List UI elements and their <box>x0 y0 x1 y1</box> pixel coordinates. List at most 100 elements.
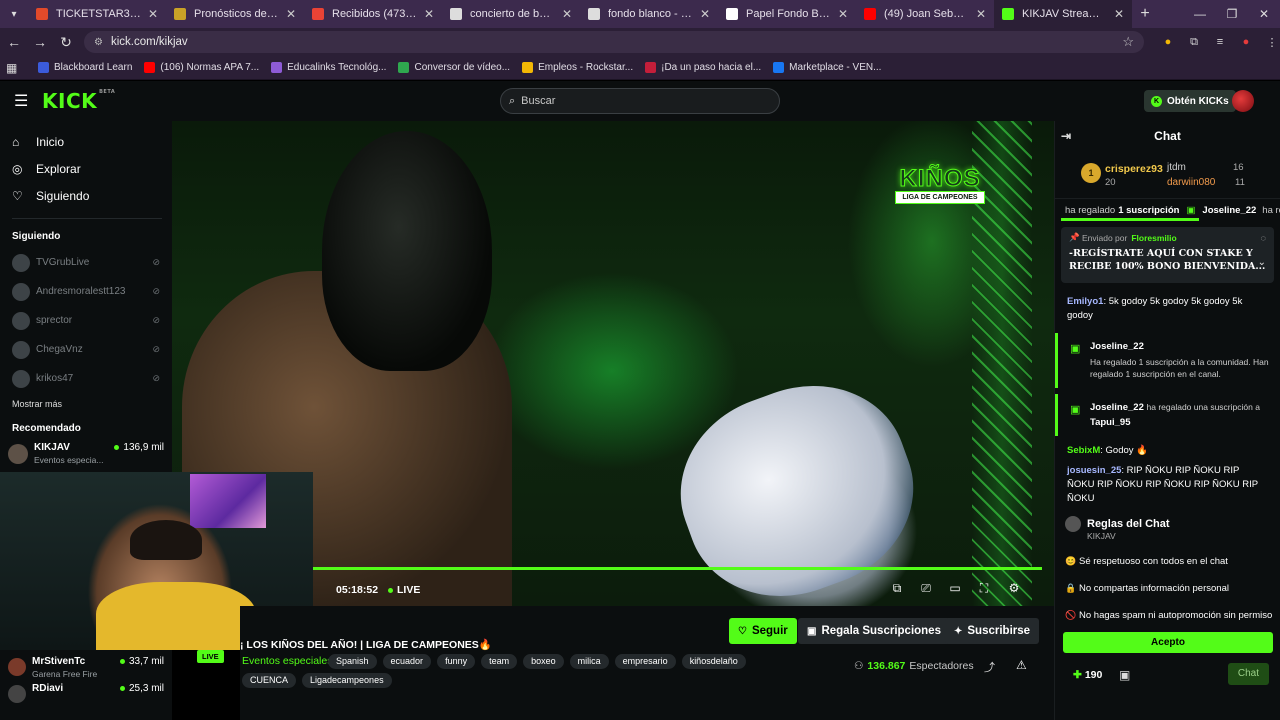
close-tab-icon[interactable]: ✕ <box>976 7 986 21</box>
collapse-chat-icon[interactable]: ⇥ <box>1061 129 1071 143</box>
nav-following[interactable]: ♡ Siguiendo <box>0 182 172 209</box>
close-tab-icon[interactable]: ✕ <box>700 7 710 21</box>
close-tab-icon[interactable]: ✕ <box>286 7 296 21</box>
media-icon[interactable]: ≡ <box>1212 34 1228 50</box>
browser-tab[interactable]: Papel Fondo Blanco - Barr ✕ <box>718 0 856 28</box>
stream-tag[interactable]: empresario <box>614 654 676 669</box>
bookmark-item[interactable]: Empleos - Rockstar... <box>522 62 633 73</box>
search-input[interactable]: ⌕ Buscar <box>500 88 780 114</box>
following-channel[interactable]: krikos47 ⊘ <box>0 364 172 393</box>
nav-explore[interactable]: ◎ Explorar <box>0 155 172 182</box>
stream-tag[interactable]: team <box>481 654 518 669</box>
leader-3-name[interactable]: darwiin080 <box>1167 177 1215 188</box>
site-header: ☰ KICK BETA ⌕ Buscar K Obtén KICKs <box>0 81 1280 121</box>
browser-tab[interactable]: Pronósticos deportivos y ✕ <box>166 0 304 28</box>
category-link[interactable]: Eventos especiales <box>242 655 332 667</box>
nav-explore-label: Explorar <box>36 161 81 176</box>
stream-tag[interactable]: Spanish <box>328 654 377 669</box>
close-tab-icon[interactable]: ✕ <box>838 7 848 21</box>
recommended-channel[interactable]: KIKJAV Eventos especia... 136,9 mil <box>0 442 172 465</box>
close-tab-icon[interactable]: ✕ <box>1114 7 1124 21</box>
bookmark-star-icon[interactable]: ☆ <box>1122 34 1134 50</box>
chevron-down-icon[interactable]: ⌄ <box>1258 257 1266 268</box>
site-info-icon[interactable]: ⚙ <box>94 37 103 48</box>
settings-gear-icon[interactable]: ⚙ <box>1006 581 1022 597</box>
gift-target[interactable]: Tapui_95 <box>1068 417 1270 428</box>
gift-icon[interactable]: ▣ <box>1119 668 1130 682</box>
show-more-link[interactable]: Mostrar más <box>0 399 172 409</box>
stream-tag[interactable]: funny <box>437 654 476 669</box>
minimize-icon[interactable]: — <box>1184 7 1216 21</box>
browser-tab[interactable]: (49) Joan Sebastian - Seca ✕ <box>856 0 994 28</box>
apps-grid-icon[interactable]: ▦ <box>6 61 26 75</box>
tab-search-icon[interactable]: ▾ <box>0 0 28 28</box>
fullscreen-icon[interactable]: ⛶ <box>976 581 992 597</box>
forward-icon[interactable]: → <box>28 34 52 50</box>
gift-subs-button[interactable]: ▣ Regala Suscripciones <box>798 618 950 644</box>
user-avatar[interactable] <box>1232 90 1254 112</box>
bookmark-item[interactable]: Marketplace - VEN... <box>773 62 881 73</box>
url-input[interactable]: ⚙ kick.com/kikjav ☆ <box>84 31 1144 53</box>
stream-tag[interactable]: milica <box>569 654 609 669</box>
bookmark-item[interactable]: Blackboard Learn <box>38 62 132 73</box>
menu-icon[interactable]: ☰ <box>14 91 30 111</box>
stream-tag[interactable]: CUENCA <box>242 673 297 688</box>
theater-mode-icon[interactable]: ▭ <box>947 581 963 597</box>
progress-bar[interactable] <box>312 567 1042 570</box>
recommended-channel[interactable]: MrStivenTc Garena Free Fire 33,7 mil <box>0 656 172 679</box>
reload-icon[interactable]: ↻ <box>54 34 78 51</box>
browser-tab[interactable]: KIKJAV Stream - Watch ✕ <box>994 0 1132 28</box>
following-channel[interactable]: Andresmoralestt123 ⊘ <box>0 277 172 306</box>
bookmark-favicon <box>144 62 156 73</box>
close-window-icon[interactable]: ✕ <box>1248 7 1280 21</box>
pip-icon[interactable]: ⧉ <box>889 581 905 597</box>
browser-tab[interactable]: Recibidos (473) - murillo ✕ <box>304 0 442 28</box>
browser-tab[interactable]: fondo blanco - Buscar con ✕ <box>580 0 718 28</box>
bookmark-item[interactable]: Educalinks Tecnológ... <box>271 62 386 73</box>
get-kicks-button[interactable]: K Obtén KICKs <box>1144 90 1236 112</box>
leader-1-name[interactable]: crisperez93 <box>1105 163 1163 175</box>
stream-tag[interactable]: Ligadecampeones <box>302 673 392 688</box>
extension-icon[interactable]: ● <box>1160 34 1176 50</box>
subscribe-button[interactable]: ✦ Suscribirse <box>945 618 1040 644</box>
accept-rules-button[interactable]: Acepto <box>1063 632 1273 653</box>
bookmark-item[interactable]: (106) Normas APA 7... <box>144 62 259 73</box>
following-channel[interactable]: sprector ⊘ <box>0 306 172 335</box>
viewers-icon: ⚇ <box>854 660 864 672</box>
following-channel[interactable]: ChegaVnz ⊘ <box>0 335 172 364</box>
bookmark-item[interactable]: Conversor de vídeo... <box>398 62 510 73</box>
hide-icon[interactable]: ◌ <box>1261 233 1266 243</box>
report-icon[interactable]: ⚠ <box>1016 658 1027 672</box>
bookmark-item[interactable]: ¡Da un paso hacia el... <box>645 62 761 73</box>
stream-tag[interactable]: boxeo <box>523 654 564 669</box>
browser-tab[interactable]: TICKETSTAR365 / TICKETS ✕ <box>28 0 166 28</box>
gift-line: Joseline_22 ha regalado una suscripción … <box>1090 402 1260 413</box>
stream-tag[interactable]: kiñosdelaño <box>681 654 746 669</box>
recommended-channel[interactable]: RDiavi 25,3 mil <box>0 683 172 703</box>
pinned-message[interactable]: 📌 Enviado por Floresmilio -REGÍSTRATE AQU… <box>1061 227 1274 283</box>
clip-icon[interactable]: ⎚ <box>918 581 934 597</box>
kick-logo[interactable]: KICK BETA <box>42 89 115 113</box>
close-tab-icon[interactable]: ✕ <box>424 7 434 21</box>
channel-points[interactable]: ✚ 190 <box>1073 669 1102 681</box>
stream-title: ¡ LOS KIÑOS DEL AÑO! | LIGA DE CAMPEONES… <box>240 639 492 651</box>
menu-kebab-icon[interactable]: ⋮ <box>1264 34 1280 50</box>
stream-tag[interactable]: ecuador <box>382 654 432 669</box>
close-tab-icon[interactable]: ✕ <box>562 7 572 21</box>
live-indicator[interactable]: LIVE <box>388 584 420 596</box>
leader-2-name[interactable]: jtdm <box>1167 162 1186 173</box>
restore-icon[interactable]: ❐ <box>1216 7 1248 21</box>
gift-user[interactable]: Joseline_22 <box>1068 341 1270 352</box>
nav-home[interactable]: ⌂ Inicio <box>0 128 172 155</box>
close-tab-icon[interactable]: ✕ <box>148 7 158 21</box>
puzzle-icon[interactable]: ⧉ <box>1186 34 1202 50</box>
following-channel[interactable]: TVGrubLive ⊘ <box>0 248 172 277</box>
profile-avatar[interactable]: ● <box>1238 34 1254 50</box>
leader-1-count: 20 <box>1105 177 1116 188</box>
browser-tab[interactable]: concierto de beele 22 de ✕ <box>442 0 580 28</box>
back-icon[interactable]: ← <box>2 34 26 50</box>
follow-button[interactable]: ♡ Seguir <box>729 618 797 644</box>
share-icon[interactable]: ⤴ <box>984 659 995 675</box>
chat-send-button[interactable]: Chat <box>1227 663 1269 685</box>
new-tab-button[interactable]: + <box>1132 5 1158 23</box>
